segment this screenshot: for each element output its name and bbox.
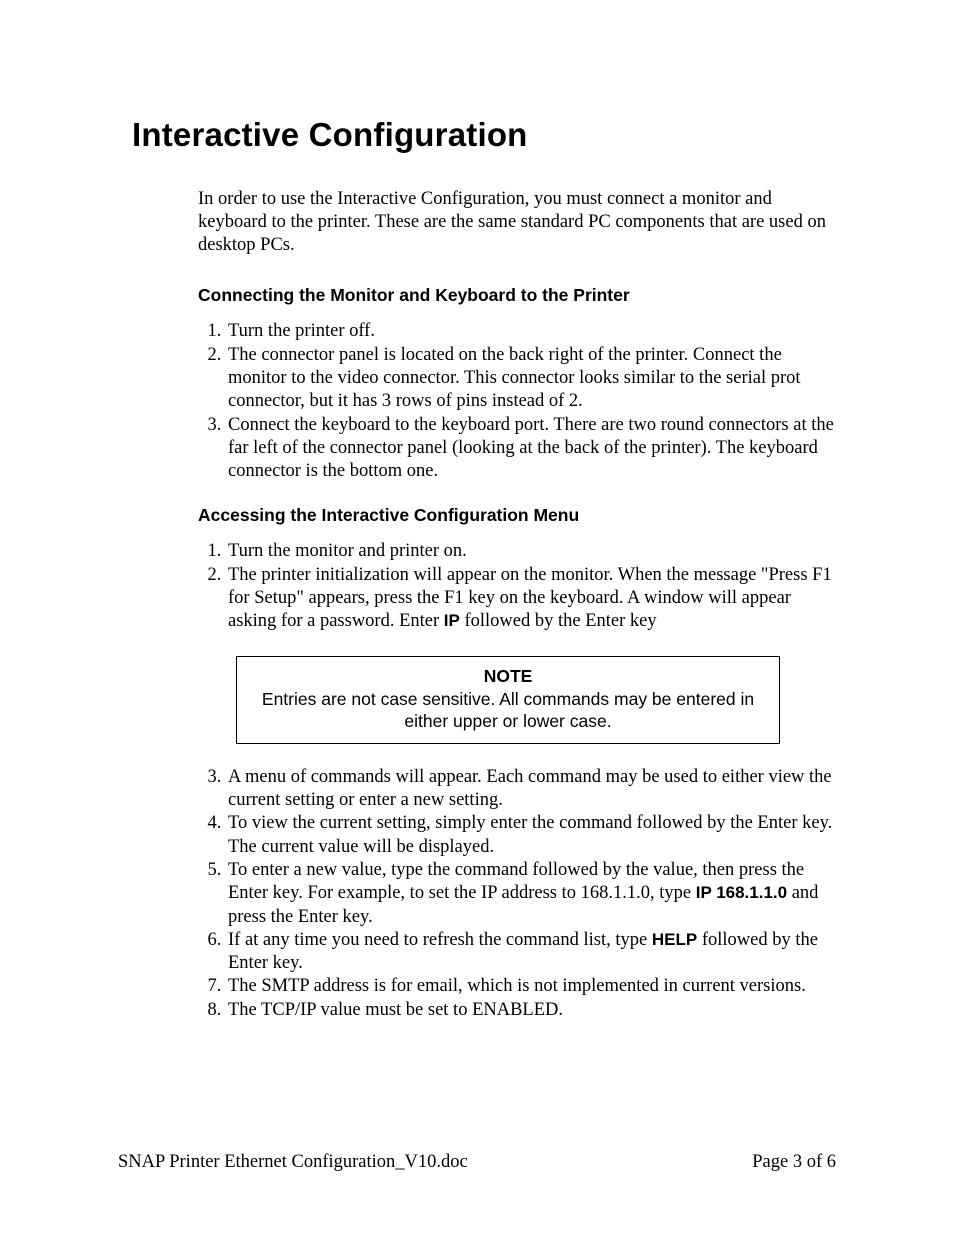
page-title: Interactive Configuration	[132, 116, 836, 154]
intro-paragraph: In order to use the Interactive Configur…	[198, 188, 836, 257]
list-item-text: followed by the Enter key	[460, 611, 657, 631]
note-text: Entries are not case sensitive. All comm…	[262, 689, 754, 731]
section-heading-connecting: Connecting the Monitor and Keyboard to t…	[198, 285, 836, 306]
list-item: If at any time you need to refresh the c…	[226, 929, 836, 976]
list-item: Turn the monitor and printer on.	[226, 540, 836, 563]
body-content: In order to use the Interactive Configur…	[198, 188, 836, 1022]
command-text: IP 168.1.1.0	[696, 883, 787, 902]
list-item: To view the current setting, simply ente…	[226, 812, 836, 859]
ordered-list-accessing-b: A menu of commands will appear. Each com…	[198, 766, 836, 1022]
page-footer: SNAP Printer Ethernet Configuration_V10.…	[118, 1152, 836, 1173]
footer-filename: SNAP Printer Ethernet Configuration_V10.…	[118, 1152, 468, 1173]
note-label: NOTE	[247, 665, 769, 687]
list-item-text: If at any time you need to refresh the c…	[228, 930, 652, 950]
list-item: Connect the keyboard to the keyboard por…	[226, 414, 836, 484]
command-text: HELP	[652, 930, 697, 949]
list-item: The printer initialization will appear o…	[226, 564, 836, 634]
command-text: IP	[444, 611, 460, 630]
section-heading-accessing: Accessing the Interactive Configuration …	[198, 505, 836, 526]
document-page: Interactive Configuration In order to us…	[0, 0, 954, 1022]
note-box: NOTE Entries are not case sensitive. All…	[236, 656, 780, 744]
ordered-list-connecting: Turn the printer off. The connector pane…	[198, 320, 836, 483]
ordered-list-accessing-a: Turn the monitor and printer on. The pri…	[198, 540, 836, 633]
list-item: The TCP/IP value must be set to ENABLED.	[226, 999, 836, 1022]
list-item: A menu of commands will appear. Each com…	[226, 766, 836, 813]
list-item: To enter a new value, type the command f…	[226, 859, 836, 929]
footer-page-number: Page 3 of 6	[752, 1152, 836, 1173]
list-item: Turn the printer off.	[226, 320, 836, 343]
list-item: The SMTP address is for email, which is …	[226, 975, 836, 998]
list-item: The connector panel is located on the ba…	[226, 344, 836, 414]
